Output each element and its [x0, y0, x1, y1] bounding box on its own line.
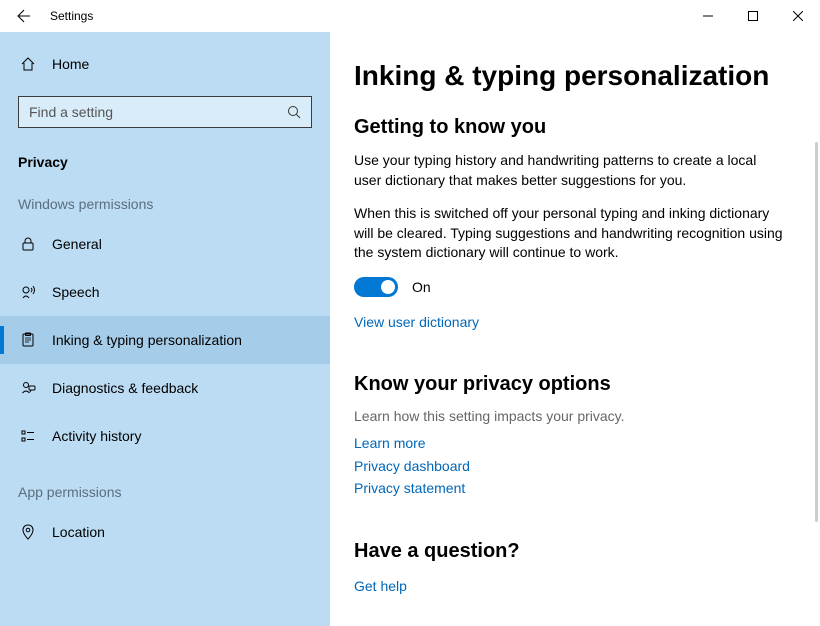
group-header-app: App permissions — [0, 474, 330, 508]
close-button[interactable] — [775, 0, 820, 32]
privacy-statement-link[interactable]: Privacy statement — [354, 477, 786, 499]
sidebar: Home Privacy Windows permissions General… — [0, 32, 330, 626]
window-title: Settings — [50, 9, 93, 23]
home-icon — [18, 56, 38, 72]
close-icon — [793, 11, 803, 21]
titlebar: Settings — [0, 0, 820, 32]
timeline-icon — [18, 428, 38, 444]
section-heading-privacy-options: Know your privacy options — [354, 373, 786, 396]
group-header-windows: Windows permissions — [0, 186, 330, 220]
sidebar-item-diagnostics[interactable]: Diagnostics & feedback — [0, 364, 330, 412]
scrollbar[interactable] — [815, 142, 818, 522]
clipboard-icon — [18, 332, 38, 348]
app-body: Home Privacy Windows permissions General… — [0, 32, 820, 626]
view-dictionary-link[interactable]: View user dictionary — [354, 311, 786, 333]
sidebar-home[interactable]: Home — [18, 44, 312, 84]
sidebar-item-location[interactable]: Location — [0, 508, 330, 556]
feedback-icon — [18, 380, 38, 396]
window-controls — [685, 0, 820, 32]
page-title: Inking & typing personalization — [354, 60, 786, 92]
toggle-row: On — [354, 277, 786, 297]
back-button[interactable] — [4, 0, 44, 32]
minimize-button[interactable] — [685, 0, 730, 32]
sidebar-item-label: Inking & typing personalization — [52, 332, 242, 348]
location-icon — [18, 524, 38, 540]
search-input[interactable] — [29, 104, 287, 120]
sidebar-item-label: Speech — [52, 284, 99, 300]
sidebar-item-general[interactable]: General — [0, 220, 330, 268]
section1-para1: Use your typing history and handwriting … — [354, 151, 784, 190]
search-icon — [287, 105, 301, 119]
sidebar-item-label: General — [52, 236, 102, 252]
sidebar-item-label: Location — [52, 524, 105, 540]
sidebar-item-activity[interactable]: Activity history — [0, 412, 330, 460]
main-content: Inking & typing personalization Getting … — [330, 32, 820, 626]
sidebar-item-label: Activity history — [52, 428, 141, 444]
minimize-icon — [703, 11, 713, 21]
lock-icon — [18, 236, 38, 252]
search-box[interactable] — [18, 96, 312, 128]
arrow-left-icon — [16, 8, 32, 24]
privacy-subtext: Learn how this setting impacts your priv… — [354, 408, 786, 424]
sidebar-item-speech[interactable]: Speech — [0, 268, 330, 316]
privacy-dashboard-link[interactable]: Privacy dashboard — [354, 455, 786, 477]
learn-more-link[interactable]: Learn more — [354, 432, 786, 454]
speech-icon — [18, 284, 38, 300]
get-help-link[interactable]: Get help — [354, 575, 786, 597]
sidebar-home-label: Home — [52, 56, 89, 72]
sidebar-item-inking[interactable]: Inking & typing personalization — [0, 316, 330, 364]
sidebar-item-label: Diagnostics & feedback — [52, 380, 198, 396]
sidebar-section-title: Privacy — [0, 148, 330, 186]
maximize-icon — [748, 11, 758, 21]
maximize-button[interactable] — [730, 0, 775, 32]
personalization-toggle[interactable] — [354, 277, 398, 297]
section-heading-question: Have a question? — [354, 540, 786, 563]
section-heading-getting-to-know: Getting to know you — [354, 116, 786, 139]
toggle-label: On — [412, 279, 431, 295]
section1-para2: When this is switched off your personal … — [354, 204, 784, 263]
